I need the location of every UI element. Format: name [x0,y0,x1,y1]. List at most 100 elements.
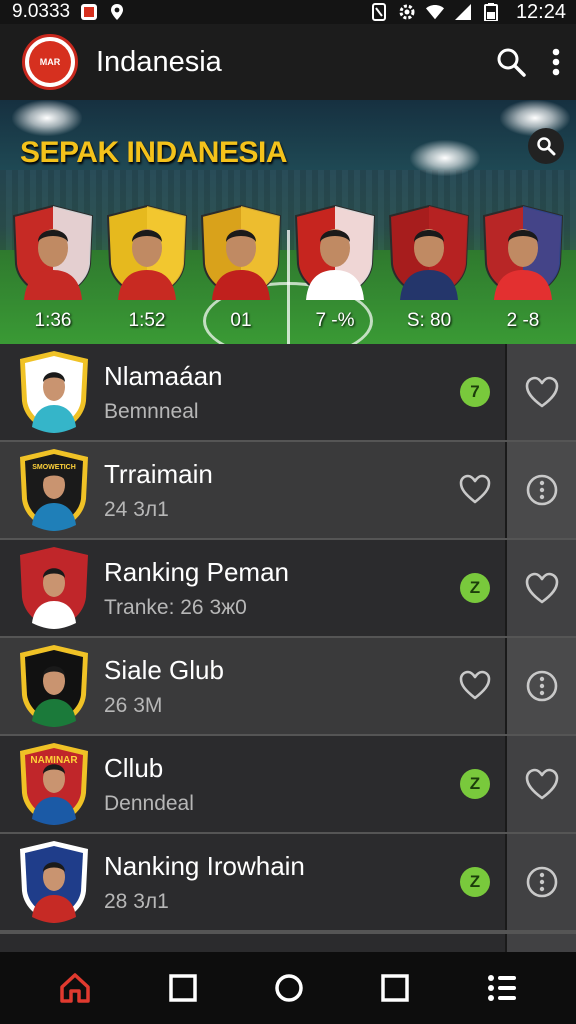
list-item-title: Cllub [104,752,164,783]
app-bar: MAR Indanesia [0,24,576,100]
heart-icon [525,768,559,800]
floodlight-left [12,100,82,136]
list-item-content[interactable]: Ranking Peman Tranke: 26 3ж0 Z [0,540,505,636]
list-item-action[interactable] [505,934,576,952]
home-icon[interactable] [58,971,92,1005]
player-label: 1:52 [128,310,166,331]
list-item-content[interactable]: SMOWETICH Trraimain 24 3л1 [0,442,505,538]
square-icon[interactable] [169,974,197,1002]
info-icon [525,865,559,899]
list-item-subtitle: 24 3л1 [104,497,169,521]
list-item-action[interactable] [505,540,576,636]
signal-icon [454,3,472,21]
list-item-title: Nanking Irowhain [104,850,305,881]
club-crest-icon: SMOWETICH [20,449,88,531]
battery-icon [482,3,500,21]
more-vert-icon[interactable] [552,48,560,76]
heart-icon [525,376,559,408]
player-shield [294,204,376,300]
crest-label: SMOWETICH [32,464,76,471]
status-time: 12:24 [515,0,566,23]
club-crest-icon: NAMINAR [20,743,88,825]
notification-badge-icon [80,3,98,21]
hero-player[interactable]: 7 -% [292,204,378,332]
status-left-text: 9.0333 [12,1,71,22]
list-item-title: Ranking Peman [104,556,289,587]
list-item[interactable]: SMOWETICH Trraimain 24 3л1 [0,442,576,538]
circle-icon[interactable] [274,973,304,1003]
heart-icon [525,572,559,604]
player-shield [106,204,188,300]
player-label: 7 -% [315,310,355,331]
player-label: S: 80 [406,310,452,331]
club-list: Nlamaáan Bemnneal 7 SMOWETICH Trraimain 24 3л… [0,344,576,952]
heart-icon[interactable] [459,670,491,705]
player-shield [200,204,282,300]
info-icon [525,473,559,507]
player-shield [388,204,470,300]
menu-icon[interactable] [486,973,518,1003]
hero-player[interactable]: 2 -8 [480,204,566,332]
list-item-title: Nlamaáan [104,360,223,391]
player-label: 1:36 [34,310,72,331]
search-icon [537,137,556,156]
hero-player[interactable]: S: 80 [386,204,472,332]
hero-player[interactable]: 1:36 [10,204,96,332]
square-icon[interactable] [381,974,409,1002]
club-crest-icon [20,645,88,727]
list-item-action[interactable] [505,344,576,440]
app-logo[interactable]: MAR [22,34,78,90]
list-item[interactable]: Nanking Irowhain 28 3л1 Z [0,834,576,930]
list-item-content[interactable]: Nlamaáan Bemnneal 7 [0,344,505,440]
settings-icon [398,3,416,21]
list-item-content[interactable]: NAMINAR Cllub Denndeal Z [0,736,505,832]
list-item-action[interactable] [505,736,576,832]
player-shield [12,204,94,300]
list-item-subtitle: Bemnneal [104,399,199,423]
wifi-icon [425,3,444,21]
player-shield [482,204,564,300]
app-logo-text: MAR [29,41,71,83]
list-item[interactable]: Nlamaáan Bemnneal 7 [0,344,576,440]
club-crest-icon [20,841,88,923]
list-item-title: Trraimain [104,458,213,489]
app-title: Indanesia [96,45,222,78]
club-crest-icon [20,547,88,629]
hero-search-button[interactable] [528,128,564,164]
club-crest-icon [20,351,88,433]
list-item-action[interactable] [505,834,576,930]
list-item-content[interactable]: Nanking Irowhain 28 3л1 Z [0,834,505,930]
hero-title: SEPAK INDANESIA [20,136,287,169]
list-item[interactable]: Ranking Peman Tranke: 26 3ж0 Z [0,540,576,636]
hero-player[interactable]: 1:52 [104,204,190,332]
list-item-subtitle: 26 3M [104,693,163,717]
player-row: 1:36 1:52 01 7 -% S: 80 2 -8 [10,204,566,332]
status-badge: Z [460,573,490,603]
hero-player[interactable]: 01 [198,204,284,332]
list-item-title: Siale Glub [104,654,224,685]
search-icon[interactable] [496,47,526,77]
list-item-content[interactable]: Siale Glub 26 3M [0,638,505,734]
nfc-icon [370,3,388,21]
location-icon [108,3,126,21]
list-item-subtitle: Denndeal [104,791,194,815]
status-badge: Z [460,867,490,897]
info-icon [525,669,559,703]
list-item-action[interactable] [505,442,576,538]
list-item-action[interactable] [505,638,576,734]
list-item-subtitle: Tranke: 26 3ж0 [104,595,247,619]
status-badge: 7 [460,377,490,407]
player-label: 2 -8 [506,310,540,331]
hero-banner[interactable]: SEPAK INDANESIA 1:36 1:52 01 7 -% S: 80 2 -8 [0,100,576,344]
player-label: 01 [230,310,252,331]
list-item[interactable]: Siale Glub 26 3M [0,638,576,734]
crest-label: NAMINAR [30,755,78,766]
heart-icon[interactable] [459,474,491,509]
floodlight-center [410,140,480,176]
status-badge: Z [460,769,490,799]
status-bar: 9.0333 12:24 [0,0,576,24]
list-item-subtitle: 28 3л1 [104,889,169,913]
list-item-partial[interactable] [0,934,576,952]
list-item-content[interactable] [0,934,505,952]
list-item[interactable]: NAMINAR Cllub Denndeal Z [0,736,576,832]
